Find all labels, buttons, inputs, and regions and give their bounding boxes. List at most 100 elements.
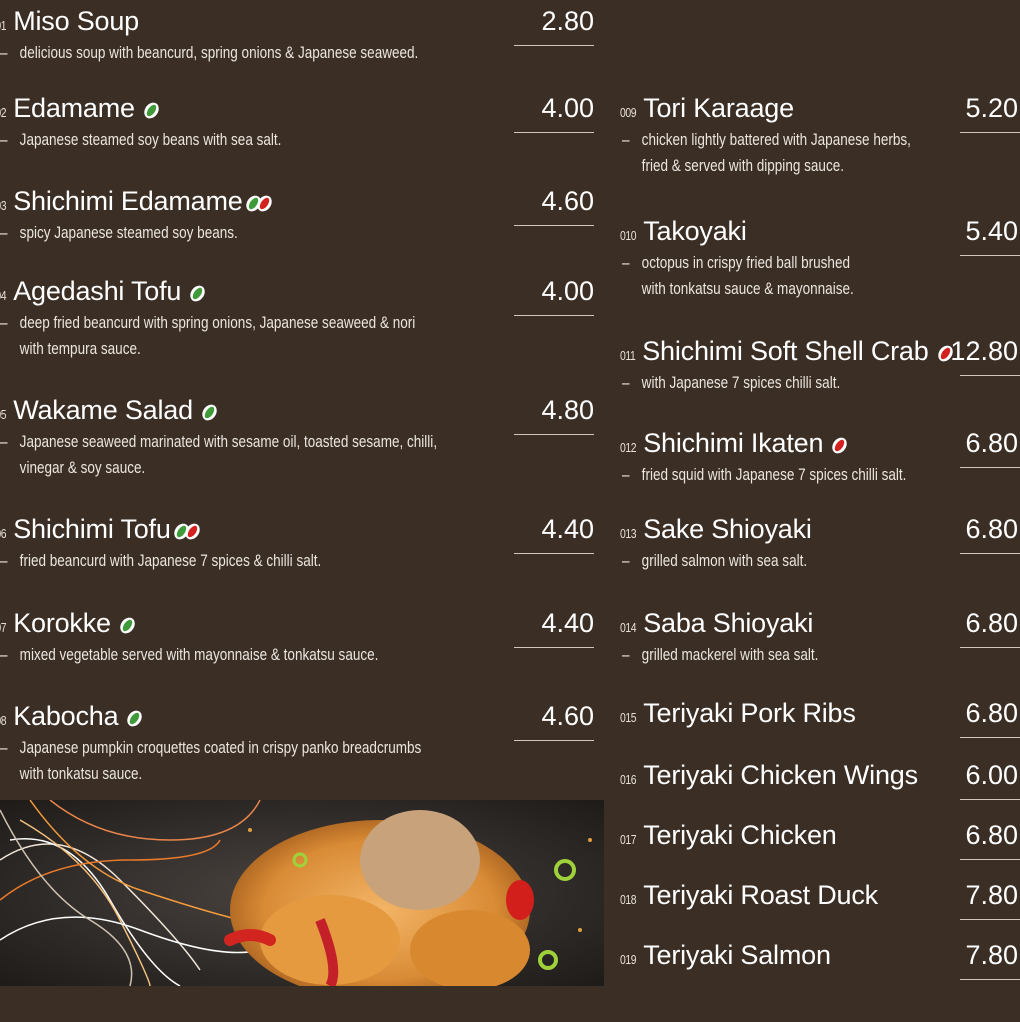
price-rule xyxy=(514,45,594,46)
item-description: with tempura sauce. xyxy=(19,340,141,358)
item-name: Teriyaki Pork Ribs xyxy=(643,698,856,728)
item-number: 012 xyxy=(620,440,637,455)
item-name: Kabocha xyxy=(13,701,119,731)
price-rule xyxy=(514,434,594,435)
item-number: 007 xyxy=(0,620,7,635)
price-rule xyxy=(960,375,1020,376)
item-description: vinegar & soy sauce. xyxy=(19,459,146,477)
price-rule xyxy=(960,132,1020,133)
menu-item: 019 Teriyaki Salmon 7.80 xyxy=(620,942,1020,1022)
item-price: 4.40 xyxy=(541,608,594,638)
item-name: Miso Soup xyxy=(13,6,139,36)
item-number: 014 xyxy=(620,620,637,635)
item-name: Shichimi Ikaten xyxy=(643,428,824,458)
item-number: 015 xyxy=(620,710,637,725)
price-rule xyxy=(960,647,1020,648)
price-rule xyxy=(960,255,1020,256)
price-rule xyxy=(960,467,1020,468)
price-rule xyxy=(514,225,594,226)
item-description: – with Japanese 7 spices chilli salt. xyxy=(622,374,841,392)
item-number: 010 xyxy=(620,228,637,243)
item-name: Teriyaki Chicken Wings xyxy=(643,760,918,790)
item-name: Shichimi Soft Shell Crab xyxy=(642,336,929,366)
vegetarian-icon xyxy=(117,615,138,637)
item-price: 5.40 xyxy=(965,216,1018,246)
item-price: 4.80 xyxy=(541,395,594,425)
item-price: 6.80 xyxy=(965,820,1018,850)
item-description: – mixed vegetable served with mayonnaise … xyxy=(0,646,379,664)
item-description: with tonkatsu sauce & mayonnaise. xyxy=(641,280,854,298)
item-name: Shichimi Edamame xyxy=(13,186,243,216)
item-name: Edamame xyxy=(13,93,135,123)
item-number: 017 xyxy=(620,832,637,847)
menu-item: 004 Agedashi Tofu 4.00 –deep fried beancurd… xyxy=(0,278,604,358)
item-description: fried & served with dipping sauce. xyxy=(641,157,844,175)
item-price: 4.00 xyxy=(541,276,594,306)
item-description: with tonkatsu sauce. xyxy=(19,765,143,783)
menu-item: 002 Edamame 4.00 –Japanese steamed soy bean… xyxy=(0,95,604,175)
item-number: 019 xyxy=(620,952,637,967)
item-name: Sake Shioyaki xyxy=(643,514,812,544)
item-description: – grilled salmon with sea salt. xyxy=(622,552,808,570)
item-price: 6.00 xyxy=(965,760,1018,790)
item-number: 005 xyxy=(0,407,7,422)
item-number: 018 xyxy=(620,892,637,907)
vegetarian-icon xyxy=(141,100,162,122)
vegetarian-icon xyxy=(187,283,208,305)
price-rule xyxy=(960,919,1020,920)
menu-item: 013 Sake Shioyaki 6.80 – grilled salmon with… xyxy=(620,516,1020,596)
item-description: – octopus in crispy fried ball brushed xyxy=(622,254,851,272)
item-price: 4.60 xyxy=(541,186,594,216)
menu-item: 008 Kabocha 4.60 –Japanese pumpkin croquett… xyxy=(0,703,604,783)
menu-item: 014 Saba Shioyaki 6.80 – grilled mackerel wi… xyxy=(620,610,1020,690)
item-price: 4.60 xyxy=(541,701,594,731)
item-number: 006 xyxy=(0,526,7,541)
price-rule xyxy=(960,859,1020,860)
item-name: Agedashi Tofu xyxy=(13,276,182,306)
menu-item: 007 Korokke 4.40 –mixed vegetable served wi… xyxy=(0,610,604,690)
item-name: Teriyaki Chicken xyxy=(643,820,837,850)
price-rule xyxy=(514,553,594,554)
price-rule xyxy=(514,740,594,741)
item-name: Shichimi Tofu xyxy=(13,514,171,544)
item-description: – deep fried beancurd with spring onions,… xyxy=(0,314,416,332)
item-description: – Japanese seaweed marinated with sesame … xyxy=(0,433,438,451)
price-rule xyxy=(960,799,1020,800)
item-description: – Japanese steamed soy beans with sea sal… xyxy=(0,131,282,149)
price-rule xyxy=(960,553,1020,554)
item-description: – fried squid with Japanese 7 spices chil… xyxy=(622,466,907,484)
menu-item: 009 Tori Karaage 5.20 – chicken lightly batt… xyxy=(620,95,1020,175)
item-name: Teriyaki Salmon xyxy=(643,940,831,970)
item-description: – Japanese pumpkin croquettes coated in c… xyxy=(0,739,422,757)
item-number: 009 xyxy=(620,105,637,120)
item-price: 6.80 xyxy=(965,608,1018,638)
item-price: 4.40 xyxy=(541,514,594,544)
price-rule xyxy=(960,979,1020,980)
item-name: Tori Karaage xyxy=(643,93,794,123)
price-rule xyxy=(514,647,594,648)
food-photo xyxy=(0,800,604,986)
item-price: 6.80 xyxy=(965,514,1018,544)
item-number: 016 xyxy=(620,772,637,787)
item-number: 003 xyxy=(0,198,7,213)
spicy-icon xyxy=(829,435,850,457)
item-price: 7.80 xyxy=(965,940,1018,970)
item-price: 7.80 xyxy=(965,880,1018,910)
item-number: 013 xyxy=(620,526,637,541)
price-rule xyxy=(514,315,594,316)
item-price: 2.80 xyxy=(541,6,594,36)
menu-item: 010 Takoyaki 5.40 – octopus in crispy fried … xyxy=(620,218,1020,298)
item-name: Korokke xyxy=(13,608,111,638)
menu-item: 001 Miso Soup 2.80 –delicious soup with bea… xyxy=(0,8,604,88)
menu-item: 003 Shichimi Edamame 4.60 –spicy Japanese s… xyxy=(0,188,604,268)
item-description: – grilled mackerel with sea salt. xyxy=(622,646,819,664)
vegetarian-icon xyxy=(124,708,146,730)
item-number: 002 xyxy=(0,105,7,120)
menu-item: 011 Shichimi Soft Shell Crab 12.80 – with Ja… xyxy=(620,338,1020,418)
menu-item: 012 Shichimi Ikaten 6.80 – fried squid with … xyxy=(620,430,1020,510)
item-price: 4.00 xyxy=(541,93,594,123)
item-name: Teriyaki Roast Duck xyxy=(643,880,878,910)
item-name: Takoyaki xyxy=(643,216,747,246)
item-number: 004 xyxy=(0,288,7,303)
item-number: 001 xyxy=(0,18,7,33)
